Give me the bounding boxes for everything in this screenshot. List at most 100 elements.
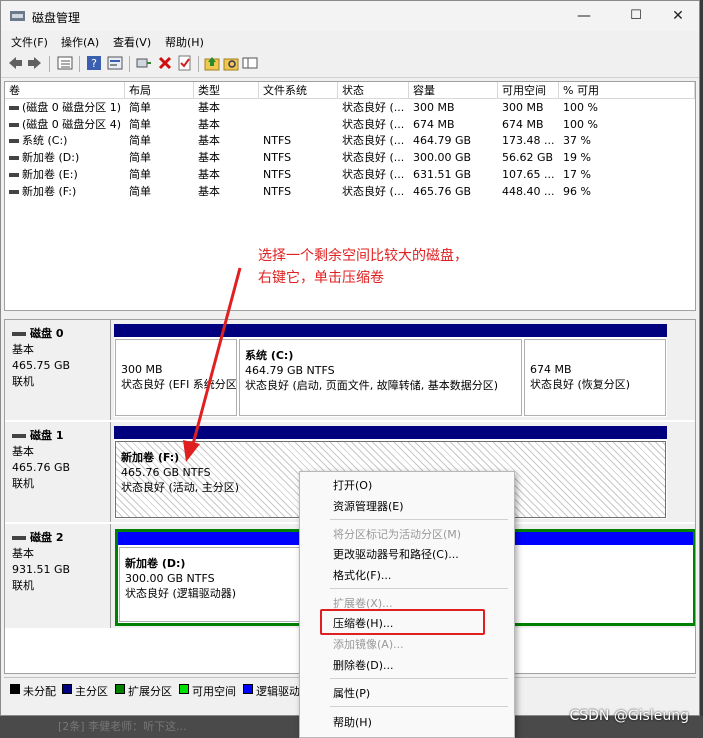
cell-volume: 新加卷 (E:)	[5, 167, 125, 183]
forward-icon[interactable]	[27, 55, 43, 71]
menu-item-change-drive-letter[interactable]: 更改驱动器号和路径(C)...	[333, 546, 459, 562]
partition-title: 系统 (C:)	[245, 349, 294, 362]
col-type[interactable]: 类型	[194, 82, 259, 99]
close-button[interactable]: ✕	[655, 1, 699, 31]
cell-text: NTFS	[263, 151, 292, 165]
col-status[interactable]: 状态	[338, 82, 409, 99]
cell-text: 464.79 GB	[413, 134, 472, 148]
properties-icon[interactable]	[107, 55, 123, 71]
menu-item-explorer[interactable]: 资源管理器(E)	[333, 498, 404, 514]
legend-free: 可用空间	[192, 685, 236, 698]
disk-2-info[interactable]: 磁盘 2 基本 931.51 GB 联机	[5, 524, 111, 628]
connect-icon[interactable]	[136, 55, 152, 71]
menu-help[interactable]: 帮助(H)	[165, 34, 204, 50]
watermark: CSDN @Gisleung	[569, 708, 689, 724]
partition-system-c[interactable]: 系统 (C:) 464.79 GB NTFS 状态良好 (启动, 页面文件, 故…	[238, 324, 523, 417]
cell-layout: 简单	[125, 167, 194, 183]
menu-separator	[330, 706, 508, 707]
table-row[interactable]: (磁盘 0 磁盘分区 1) 简单 基本 状态良好 (... 300 MB 300 MB 10…	[5, 100, 695, 116]
cell-volume: 新加卷 (D:)	[5, 150, 125, 166]
cell-layout: 简单	[125, 133, 194, 149]
check-icon[interactable]	[177, 55, 193, 71]
cell-volume: 系统 (C:)	[5, 133, 125, 149]
cell-text: 基本	[198, 101, 220, 114]
table-row[interactable]: 新加卷 (D:) 简单 基本 NTFS 状态良好 (... 300.00 GB 56.62 …	[5, 150, 695, 166]
cell-text: 465.76 GB	[413, 184, 472, 198]
table-row[interactable]: 新加卷 (F:) 简单 基本 NTFS 状态良好 (... 465.76 GB 448.40…	[5, 184, 695, 200]
drive-icon	[9, 156, 19, 161]
cell-text: 状态良好 (...	[342, 167, 405, 181]
disk-size: 931.51 GB	[12, 563, 71, 576]
menu-item-properties[interactable]: 属性(P)	[333, 685, 370, 701]
menu-item-format[interactable]: 格式化(F)...	[333, 567, 391, 583]
maximize-button[interactable]: ☐	[613, 1, 659, 31]
cell-text: 状态良好 (...	[342, 134, 405, 148]
menu-file[interactable]: 文件(F)	[11, 34, 48, 50]
cell-text: 674 MB	[413, 117, 455, 131]
cell-text: 基本	[198, 167, 220, 181]
menu-view[interactable]: 查看(V)	[113, 34, 151, 50]
cell-text: (磁盘 0 磁盘分区 4)	[22, 117, 122, 131]
partition-new-volume-d[interactable]: 新加卷 (D:) 300.00 GB NTFS 状态良好 (逻辑驱动器)	[119, 547, 309, 622]
cell-text: 300 MB	[413, 101, 455, 114]
drive-icon	[9, 189, 19, 194]
disk-status: 联机	[12, 477, 34, 490]
folder-up-icon[interactable]	[204, 55, 220, 71]
partition-header	[114, 426, 667, 439]
cell-free-space: 674 MB	[498, 117, 559, 133]
toolbar-separator	[49, 56, 50, 72]
col-capacity[interactable]: 容量	[409, 82, 498, 99]
partition-efi[interactable]: 300 MB 状态良好 (EFI 系统分区)	[114, 324, 238, 417]
cell-text: 17 %	[563, 167, 591, 181]
annotation-line-2: 右键它，单击压缩卷	[258, 270, 384, 286]
minimize-button[interactable]: —	[561, 1, 607, 31]
disk-1-info[interactable]: 磁盘 1 基本 465.76 GB 联机	[5, 422, 111, 522]
cell-capacity: 300.00 GB	[409, 150, 498, 166]
cell-text: 基本	[198, 134, 220, 148]
menu-item-delete-volume[interactable]: 删除卷(D)...	[333, 657, 394, 673]
menu-action[interactable]: 操作(A)	[61, 34, 99, 50]
table-row[interactable]: 系统 (C:) 简单 基本 NTFS 状态良好 (... 464.79 GB 173.48 …	[5, 133, 695, 149]
cell-free-space: 107.65 ...	[498, 167, 559, 183]
col-percent-free[interactable]: % 可用	[559, 82, 695, 99]
legend-extended: 扩展分区	[128, 685, 172, 698]
cell-text: 300 MB	[502, 101, 544, 114]
delete-icon[interactable]	[157, 55, 173, 71]
cell-volume: (磁盘 0 磁盘分区 4)	[5, 117, 125, 133]
col-layout[interactable]: 布局	[125, 82, 194, 99]
taskbar-notification[interactable]: [2条] 李健老师：听下这...	[58, 718, 187, 734]
context-menu: 打开(O) 资源管理器(E) 将分区标记为活动分区(M) 更改驱动器号和路径(C…	[299, 471, 515, 738]
disk-0-info[interactable]: 磁盘 0 基本 465.75 GB 联机	[5, 320, 111, 420]
menu-item-open[interactable]: 打开(O)	[333, 477, 372, 493]
cell-status: 状态良好 (...	[338, 150, 409, 166]
partition-status: 状态良好 (逻辑驱动器)	[125, 587, 237, 600]
menu-item-add-mirror: 添加镜像(A)...	[333, 638, 404, 651]
col-volume[interactable]: 卷	[5, 82, 125, 99]
disk-type: 基本	[12, 343, 34, 356]
title-bar[interactable]: 磁盘管理 — ☐ ✕	[1, 1, 699, 31]
partition-header	[238, 324, 523, 337]
disk-name: 磁盘 2	[30, 531, 64, 544]
cell-text: 19 %	[563, 151, 591, 165]
cell-percent-free: 100 %	[559, 100, 695, 116]
partition-recovery[interactable]: 674 MB 状态良好 (恢复分区)	[523, 324, 667, 417]
table-row[interactable]: (磁盘 0 磁盘分区 4) 简单 基本 状态良好 (... 674 MB 674 MB 10…	[5, 117, 695, 133]
drive-icon	[9, 122, 19, 127]
menu-separator	[330, 519, 508, 520]
menu-item-help[interactable]: 帮助(H)	[333, 714, 372, 730]
cell-percent-free: 100 %	[559, 117, 695, 133]
table-row[interactable]: 新加卷 (E:) 简单 基本 NTFS 状态良好 (... 631.51 GB 107.65…	[5, 167, 695, 183]
cell-text: 简单	[129, 151, 151, 165]
cell-capacity: 465.76 GB	[409, 184, 498, 200]
col-filesystem[interactable]: 文件系统	[259, 82, 338, 99]
list-view-icon[interactable]	[57, 55, 73, 71]
help-icon[interactable]: ?	[86, 55, 102, 71]
cell-status: 状态良好 (...	[338, 100, 409, 116]
cell-text: 简单	[129, 101, 151, 114]
disk-type: 基本	[12, 547, 34, 560]
col-free-space[interactable]: 可用空间	[498, 82, 559, 99]
toolbar-separator	[129, 56, 130, 72]
back-icon[interactable]	[7, 55, 23, 71]
view-icon[interactable]	[242, 55, 258, 71]
folder-search-icon[interactable]	[223, 55, 239, 71]
